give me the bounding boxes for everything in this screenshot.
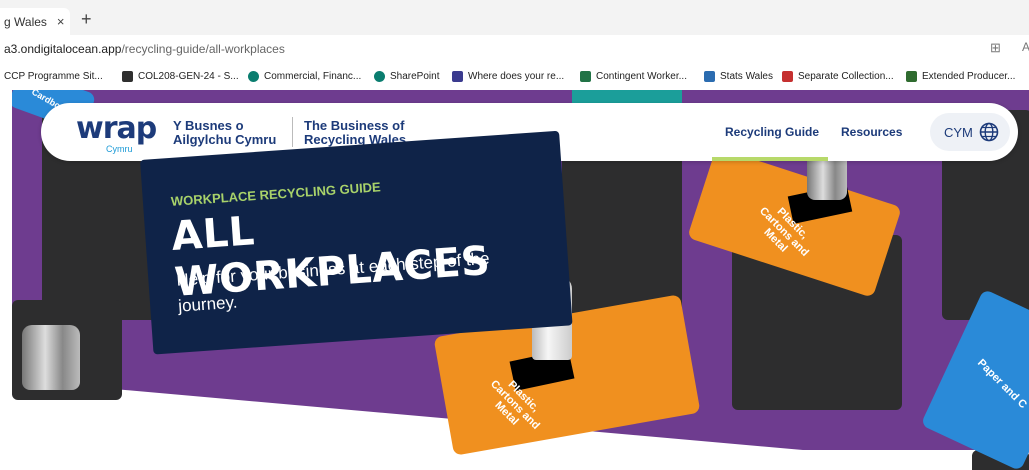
- bookmark-item[interactable]: Stats Wales: [704, 71, 773, 82]
- bookmark-favicon-icon: [122, 71, 133, 82]
- nav-link-resources[interactable]: Resources: [841, 125, 902, 139]
- nav-link-recycling-guide[interactable]: Recycling Guide: [725, 125, 819, 139]
- address-bar[interactable]: a3.ondigitalocean.app/recycling-guide/al…: [0, 35, 1029, 63]
- app-available-icon[interactable]: ⊞: [990, 40, 1001, 56]
- url-path: /recycling-guide/all-workplaces: [121, 42, 285, 56]
- url-domain: a3.ondigitalocean.app: [4, 42, 122, 56]
- new-tab-button[interactable]: +: [81, 9, 92, 30]
- bookmark-favicon-icon: [248, 71, 259, 82]
- active-nav-indicator: [712, 157, 828, 161]
- globe-icon: [979, 122, 999, 142]
- bookmark-item[interactable]: Extended Producer...: [906, 71, 1015, 82]
- bookmark-favicon-icon: [782, 71, 793, 82]
- bookmark-label: Contingent Worker...: [596, 71, 687, 82]
- bookmark-item[interactable]: COL208-GEN-24 - S...: [122, 71, 239, 82]
- wrap-logo[interactable]: wrap: [76, 111, 157, 146]
- bookmark-item[interactable]: Commercial, Financ...: [248, 71, 361, 82]
- bookmark-label: Where does your re...: [468, 71, 565, 82]
- brand-english-line1: The Business of: [304, 118, 405, 133]
- bookmark-label: COL208-GEN-24 - S...: [138, 71, 239, 82]
- browser-tab[interactable]: g Wales ×: [0, 8, 70, 35]
- recycling-bin: [562, 150, 682, 320]
- tin-can: [22, 325, 80, 390]
- bookmark-favicon-icon: [906, 71, 917, 82]
- bookmark-item[interactable]: SharePoint: [374, 71, 439, 82]
- bookmark-label: Extended Producer...: [922, 71, 1016, 82]
- read-aloud-icon[interactable]: A: [1022, 40, 1029, 54]
- brand-divider: [292, 117, 293, 147]
- brand-welsh-line2: Ailgylchu Cymru: [173, 132, 277, 147]
- bookmark-favicon-icon: [374, 71, 385, 82]
- bookmark-favicon-icon: [452, 71, 463, 82]
- brand-welsh: Y Busnes o Ailgylchu Cymru: [173, 119, 276, 147]
- bookmarks-bar: CCP Programme Sit... COL208-GEN-24 - S..…: [0, 63, 1029, 90]
- url-text: a3.ondigitalocean.app/recycling-guide/al…: [4, 42, 285, 56]
- brand-welsh-line1: Y Busnes o: [173, 118, 244, 133]
- bookmark-label: Commercial, Financ...: [264, 71, 362, 82]
- bookmark-favicon-icon: [580, 71, 591, 82]
- bookmark-label: Stats Wales: [720, 71, 773, 82]
- hero-title-card: WORKPLACE RECYCLING GUIDE ALL WORKPLACES…: [140, 130, 573, 355]
- bookmark-item[interactable]: Separate Collection...: [782, 71, 894, 82]
- bookmark-item[interactable]: Where does your re...: [452, 71, 564, 82]
- close-tab-icon[interactable]: ×: [57, 14, 65, 29]
- bookmark-favicon-icon: [704, 71, 715, 82]
- tab-title: g Wales: [4, 14, 47, 29]
- bookmark-item[interactable]: Contingent Worker...: [580, 71, 687, 82]
- language-toggle-button[interactable]: CYM: [930, 113, 1010, 151]
- bookmark-label: CCP Programme Sit...: [4, 71, 103, 82]
- language-label: CYM: [944, 124, 973, 140]
- bookmark-label: SharePoint: [390, 71, 440, 82]
- browser-tab-bar: g Wales × +: [0, 0, 1029, 35]
- wrap-logo-sub: Cymru: [106, 144, 133, 154]
- bookmark-label: Separate Collection...: [798, 71, 894, 82]
- bookmark-item[interactable]: CCP Programme Sit...: [4, 71, 103, 82]
